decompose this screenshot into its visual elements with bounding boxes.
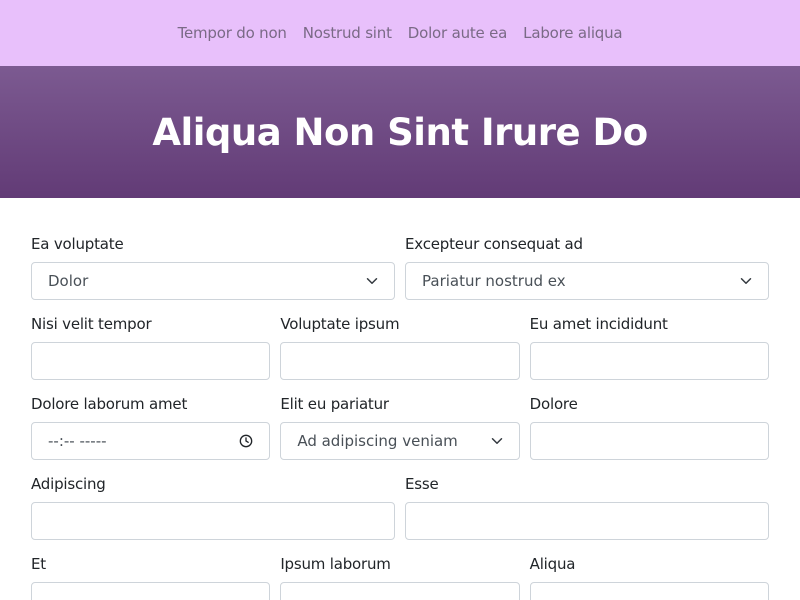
form: Ea voluptate Dolor Excepteur consequat a… (0, 198, 800, 600)
field-aliqua: Aliqua (529, 554, 769, 600)
top-navigation: Tempor do non Nostrud sint Dolor aute ea… (0, 0, 800, 66)
field-ea-voluptate: Ea voluptate Dolor (31, 234, 395, 300)
dolore-input[interactable] (529, 422, 769, 460)
field-eu-amet-incididunt: Eu amet incididunt (529, 314, 769, 380)
field-voluptate-ipsum: Voluptate ipsum (280, 314, 520, 380)
form-row: Et Ipsum laborum Aliqua (31, 554, 769, 600)
field-label: Adipiscing (31, 475, 106, 493)
nav-link-dolor-aute-ea[interactable]: Dolor aute ea (408, 24, 508, 42)
dolore-laborum-amet-time-input[interactable]: --:-- ----- (31, 422, 271, 460)
form-row: Adipiscing Esse (31, 474, 769, 540)
hero-banner: Aliqua Non Sint Irure Do (0, 66, 800, 198)
field-label: Dolore (529, 395, 578, 413)
chevron-down-icon (740, 278, 752, 284)
nisi-velit-tempor-input[interactable] (31, 342, 271, 380)
field-dolore-laborum-amet: Dolore laborum amet --:-- ----- (31, 394, 271, 460)
voluptate-ipsum-input[interactable] (280, 342, 520, 380)
field-label: Nisi velit tempor (31, 315, 152, 333)
esse-input[interactable] (405, 502, 769, 540)
clock-icon[interactable] (239, 434, 253, 448)
field-label: Dolore laborum amet (31, 395, 188, 413)
form-row: Ea voluptate Dolor Excepteur consequat a… (31, 234, 769, 300)
field-nisi-velit-tempor: Nisi velit tempor (31, 314, 271, 380)
adipiscing-input[interactable] (31, 502, 395, 540)
field-esse: Esse (405, 474, 769, 540)
nav-link-labore-aliqua[interactable]: Labore aliqua (523, 24, 622, 42)
page-title: Aliqua Non Sint Irure Do (152, 110, 648, 154)
time-value: --:-- ----- (48, 432, 107, 450)
field-label: Excepteur consequat ad (405, 235, 583, 253)
field-label: Elit eu pariatur (280, 395, 389, 413)
nav-link-tempor-do-non[interactable]: Tempor do non (178, 24, 287, 42)
field-et: Et (31, 554, 271, 600)
chevron-down-icon (366, 278, 378, 284)
field-dolore: Dolore (529, 394, 769, 460)
field-label: Voluptate ipsum (280, 315, 400, 333)
field-ipsum-laborum: Ipsum laborum (280, 554, 520, 600)
form-row: Nisi velit tempor Voluptate ipsum Eu ame… (31, 314, 769, 380)
field-label: Aliqua (529, 555, 576, 573)
chevron-down-icon (491, 438, 502, 444)
form-row: Dolore laborum amet --:-- ----- Elit eu … (31, 394, 769, 460)
ipsum-laborum-input[interactable] (280, 582, 520, 600)
elit-eu-pariatur-select[interactable]: Ad adipiscing veniam (280, 422, 520, 460)
field-label: Ea voluptate (31, 235, 124, 253)
field-label: Eu amet incididunt (529, 315, 668, 333)
select-value: Dolor (48, 272, 89, 290)
field-label: Ipsum laborum (280, 555, 391, 573)
field-excepteur-consequat-ad: Excepteur consequat ad Pariatur nostrud … (405, 234, 769, 300)
ea-voluptate-select[interactable]: Dolor (31, 262, 395, 300)
select-value: Pariatur nostrud ex (422, 272, 566, 290)
nav-link-nostrud-sint[interactable]: Nostrud sint (303, 24, 392, 42)
excepteur-consequat-ad-select[interactable]: Pariatur nostrud ex (405, 262, 769, 300)
field-adipiscing: Adipiscing (31, 474, 395, 540)
et-input[interactable] (31, 582, 271, 600)
eu-amet-incididunt-input[interactable] (529, 342, 769, 380)
field-elit-eu-pariatur: Elit eu pariatur Ad adipiscing veniam (280, 394, 520, 460)
aliqua-input[interactable] (529, 582, 769, 600)
field-label: Esse (405, 475, 439, 493)
select-value: Ad adipiscing veniam (297, 432, 458, 450)
field-label: Et (31, 555, 46, 573)
